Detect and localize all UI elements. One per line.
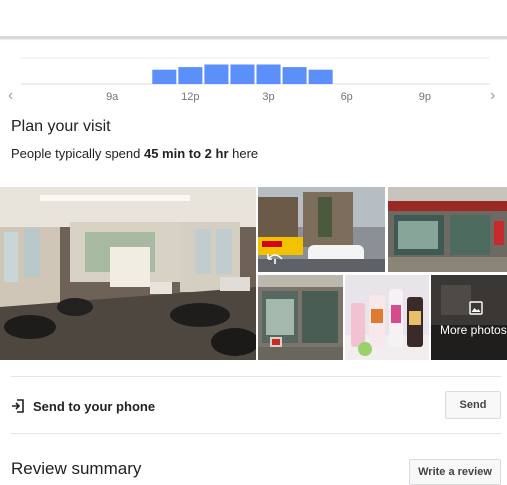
x-tick-9a: 9a xyxy=(106,91,119,103)
visit-duration-value: 45 min to 2 hr xyxy=(143,146,229,161)
image-stack-icon xyxy=(469,301,483,315)
send-to-phone-icon xyxy=(12,399,24,413)
street-view-rotate-icon xyxy=(267,254,283,264)
photo-storefront[interactable] xyxy=(388,187,507,272)
chart-bar-11a[interactable] xyxy=(152,69,177,84)
chart-bar-4p[interactable] xyxy=(282,67,307,84)
write-review-button[interactable]: Write a review xyxy=(409,459,501,485)
photo-shop-entrance[interactable] xyxy=(258,275,343,360)
divider xyxy=(11,376,501,377)
visit-duration-text: People typically spend 45 min to 2 hr he… xyxy=(11,146,258,161)
send-to-phone-row[interactable]: Send to your phone xyxy=(11,396,155,416)
visit-duration-prefix: People typically spend xyxy=(11,146,144,161)
send-button[interactable]: Send xyxy=(445,391,501,419)
more-photos-overlay xyxy=(431,275,507,360)
photo-street-view[interactable] xyxy=(258,187,385,272)
visit-duration-suffix: here xyxy=(228,146,259,161)
plan-visit-heading: Plan your visit xyxy=(11,118,111,135)
popular-times-chart: ‹ › 9a 12p 3p 6p 9p xyxy=(0,52,507,112)
chart-bar-5p[interactable] xyxy=(308,69,333,84)
chevron-left-icon[interactable]: ‹ xyxy=(8,88,13,104)
chart-bar-3p[interactable] xyxy=(256,64,281,85)
chevron-right-icon[interactable]: › xyxy=(490,88,495,104)
x-tick-9p: 9p xyxy=(418,91,431,103)
x-tick-6p: 6p xyxy=(340,91,353,103)
photo-salon-interior[interactable] xyxy=(0,187,256,360)
photo-hair-products[interactable] xyxy=(345,275,429,360)
popular-times-svg xyxy=(21,57,490,85)
more-photos-label: More photos xyxy=(440,323,507,337)
x-tick-3p: 3p xyxy=(262,91,275,103)
chart-bar-1p[interactable] xyxy=(204,64,229,85)
divider xyxy=(11,433,501,434)
photo-more-photos[interactable]: More photos xyxy=(431,275,507,360)
chart-bar-2p[interactable] xyxy=(230,64,255,85)
review-summary-heading: Review summary xyxy=(11,459,142,478)
x-tick-12p: 12p xyxy=(181,91,200,103)
chart-bar-12p[interactable] xyxy=(178,67,203,84)
send-to-phone-label: Send to your phone xyxy=(33,398,156,414)
header-divider xyxy=(0,36,507,39)
